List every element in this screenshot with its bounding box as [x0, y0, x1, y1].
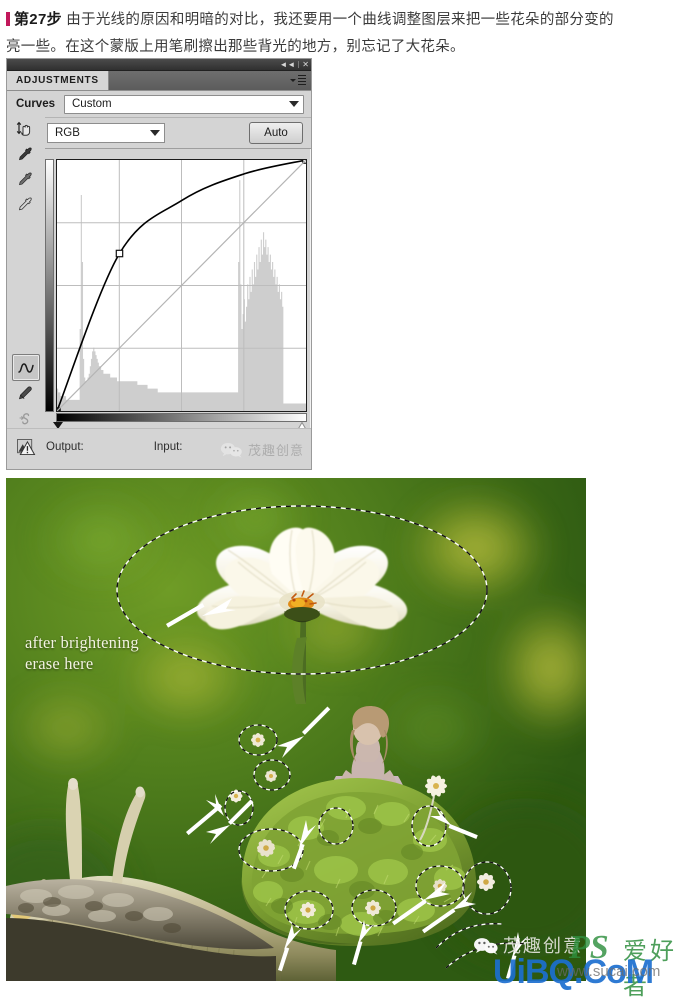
- preset-value: Custom: [72, 98, 112, 110]
- wechat-icon: [220, 442, 242, 458]
- curves-label: Curves: [16, 98, 55, 110]
- titlebar-buttons: ◄◄ ✕: [279, 59, 309, 70]
- clipping-warning-icon[interactable]: [17, 438, 36, 456]
- curves-toolstrip: [7, 115, 45, 431]
- tab-row-filler: [109, 71, 311, 90]
- step-label: 第27步: [14, 11, 62, 28]
- panel-titlebar[interactable]: ◄◄ ✕: [7, 59, 311, 71]
- brighten-note-line2: erase here: [25, 654, 94, 673]
- gray-point-eyedropper[interactable]: [13, 167, 39, 192]
- channel-value: RGB: [55, 127, 80, 139]
- auto-button[interactable]: Auto: [249, 122, 303, 144]
- targeted-adjustment-tool[interactable]: [13, 117, 39, 142]
- white-point-eyedropper[interactable]: [13, 192, 39, 217]
- collapse-icon[interactable]: ◄◄: [279, 60, 295, 69]
- input-label: Input:: [153, 441, 183, 453]
- tutorial-text-block: 第27步 由于光线的原因和明暗的对比，我还要用一个曲线调整图层来把一些花朵的部分…: [0, 0, 679, 62]
- chevron-down-icon: [150, 130, 160, 136]
- channel-row: RGB Auto: [7, 118, 311, 149]
- site-url-watermark: www.sucai.com: [557, 963, 661, 980]
- brighten-note-line1: after brightening: [25, 633, 139, 652]
- tab-adjustments[interactable]: ADJUSTMENTS: [7, 71, 109, 90]
- output-gradient-ramp: [45, 159, 54, 412]
- tutorial-photo: after brightening erase here: [6, 478, 586, 981]
- curve-plot[interactable]: [57, 160, 306, 411]
- channel-dropdown[interactable]: RGB: [47, 123, 165, 143]
- tutorial-line-2: 亮一些。在这个蒙版上用笔刷擦出那些背光的地方，别忘记了大花朵。: [6, 34, 671, 61]
- curves-graph-area: [45, 159, 309, 433]
- adjustments-panel: ◄◄ ✕ ADJUSTMENTS Curves Custom RGB Auto: [6, 58, 312, 470]
- panel-tab-row: ADJUSTMENTS: [7, 71, 311, 91]
- panel-watermark: 茂趣创意: [220, 440, 304, 459]
- close-icon[interactable]: ✕: [302, 60, 309, 69]
- curve-canvas[interactable]: [56, 159, 307, 412]
- output-label: Output:: [46, 441, 84, 453]
- panel-menu-icon[interactable]: [290, 74, 306, 87]
- titlebar-divider: [298, 61, 300, 68]
- tutorial-line-1-text: 由于光线的原因和明暗的对比，我还要用一个曲线调整图层来把一些花朵的部分变的: [66, 12, 614, 28]
- site-watermark-block: 茂趣创意 PS 爱好者 UiBQ.CoM www.sucai.com: [447, 925, 679, 1000]
- panel-watermark-text: 茂趣创意: [247, 443, 304, 458]
- photo-artwork: [6, 478, 586, 981]
- chevron-down-icon: [289, 101, 299, 107]
- preset-dropdown[interactable]: Custom: [64, 94, 304, 114]
- input-gradient-ramp: [56, 413, 307, 422]
- pencil-draw-tool[interactable]: [13, 381, 39, 406]
- chevron-down-icon: [290, 79, 296, 82]
- panel-footer: Output: Input: 茂趣创意: [7, 428, 311, 469]
- black-point-eyedropper[interactable]: [13, 142, 39, 167]
- tutorial-line-1: 第27步 由于光线的原因和明暗的对比，我还要用一个曲线调整图层来把一些花朵的部分…: [6, 6, 671, 34]
- hamburger-icon: [298, 74, 306, 87]
- step-accent-bar: [6, 12, 10, 26]
- curves-preset-row: Curves Custom: [7, 91, 311, 118]
- tutorial-line-2-text: 亮一些。在这个蒙版上用笔刷擦出那些背光的地方，别忘记了大花朵。: [6, 39, 465, 55]
- curve-point-tool[interactable]: [12, 354, 40, 381]
